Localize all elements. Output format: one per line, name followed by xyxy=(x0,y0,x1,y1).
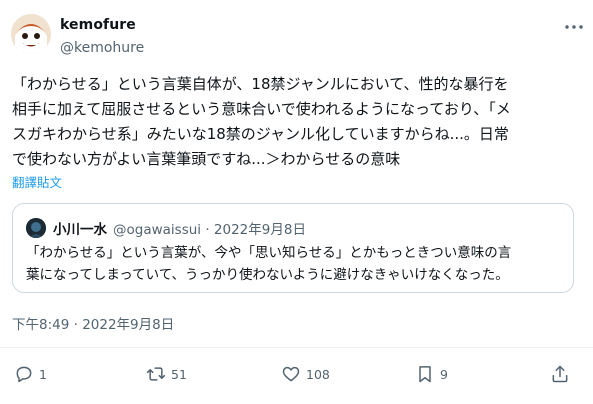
more-icon[interactable] xyxy=(562,17,586,37)
quote-text-line: 葉になってしまっていて、うっかり使わないように避けなきゃいけなくなった。 xyxy=(26,267,509,283)
reply-count: 1 xyxy=(39,366,47,382)
bookmark-button[interactable]: 9 xyxy=(415,363,448,385)
share-icon xyxy=(552,365,568,383)
tweet-text: 「わからせる」という言葉自体が、18禁ジャンルにおいて、性的な暴行を 相手に加え… xyxy=(12,72,584,172)
author-avatar[interactable] xyxy=(11,14,51,54)
quote-text: 「わからせる」という言葉が、今や「思い知らせる」とかもっときつい意味の言 葉にな… xyxy=(26,242,566,286)
divider xyxy=(0,347,593,348)
tweet-text-line: で使わない方がよい言葉筆頭ですね...＞わからせるの意味 xyxy=(12,150,401,168)
tweet-detail: kemofure @kemohure 「わからせる」という言葉自体が、18禁ジャ… xyxy=(0,0,593,404)
reply-icon xyxy=(16,366,32,383)
translate-link[interactable]: 翻譯貼文 xyxy=(12,172,62,191)
quote-author-avatar[interactable] xyxy=(26,218,46,238)
quote-text-line: 「わからせる」という言葉が、今や「思い知らせる」とかもっときつい意味の言 xyxy=(26,245,512,261)
tweet-text-line: スガキわからせ系」みたいな18禁のジャンル化していますからね...。日常 xyxy=(12,125,509,143)
quote-author-name[interactable]: 小川一水 xyxy=(53,218,107,238)
quote-tweet[interactable]: 小川一水 @ogawaissui · 2022年9月8日 「わからせる」という言… xyxy=(12,203,574,293)
retweet-count: 51 xyxy=(171,366,187,382)
like-icon xyxy=(282,366,300,382)
share-button[interactable] xyxy=(550,363,570,385)
bookmark-count: 9 xyxy=(440,366,448,382)
tweet-timestamp[interactable]: 下午8:49 · 2022年9月8日 xyxy=(12,313,174,333)
tweet-text-line: 「わからせる」という言葉自体が、18禁ジャンルにおいて、性的な暴行を xyxy=(12,75,509,93)
bookmark-icon xyxy=(419,366,431,383)
reply-button[interactable]: 1 xyxy=(14,363,47,385)
author-handle[interactable]: @kemohure xyxy=(60,40,144,56)
like-count: 108 xyxy=(306,366,330,382)
author-name[interactable]: kemofure xyxy=(60,17,136,33)
tweet-text-line: 相手に加えて屈服させるという意味合いで使われるようになっており、「メ xyxy=(12,100,511,118)
like-button[interactable]: 108 xyxy=(281,363,330,385)
retweet-button[interactable]: 51 xyxy=(146,363,187,385)
quote-author-meta[interactable]: @ogawaissui · 2022年9月8日 xyxy=(113,218,306,238)
retweet-icon xyxy=(146,367,166,381)
